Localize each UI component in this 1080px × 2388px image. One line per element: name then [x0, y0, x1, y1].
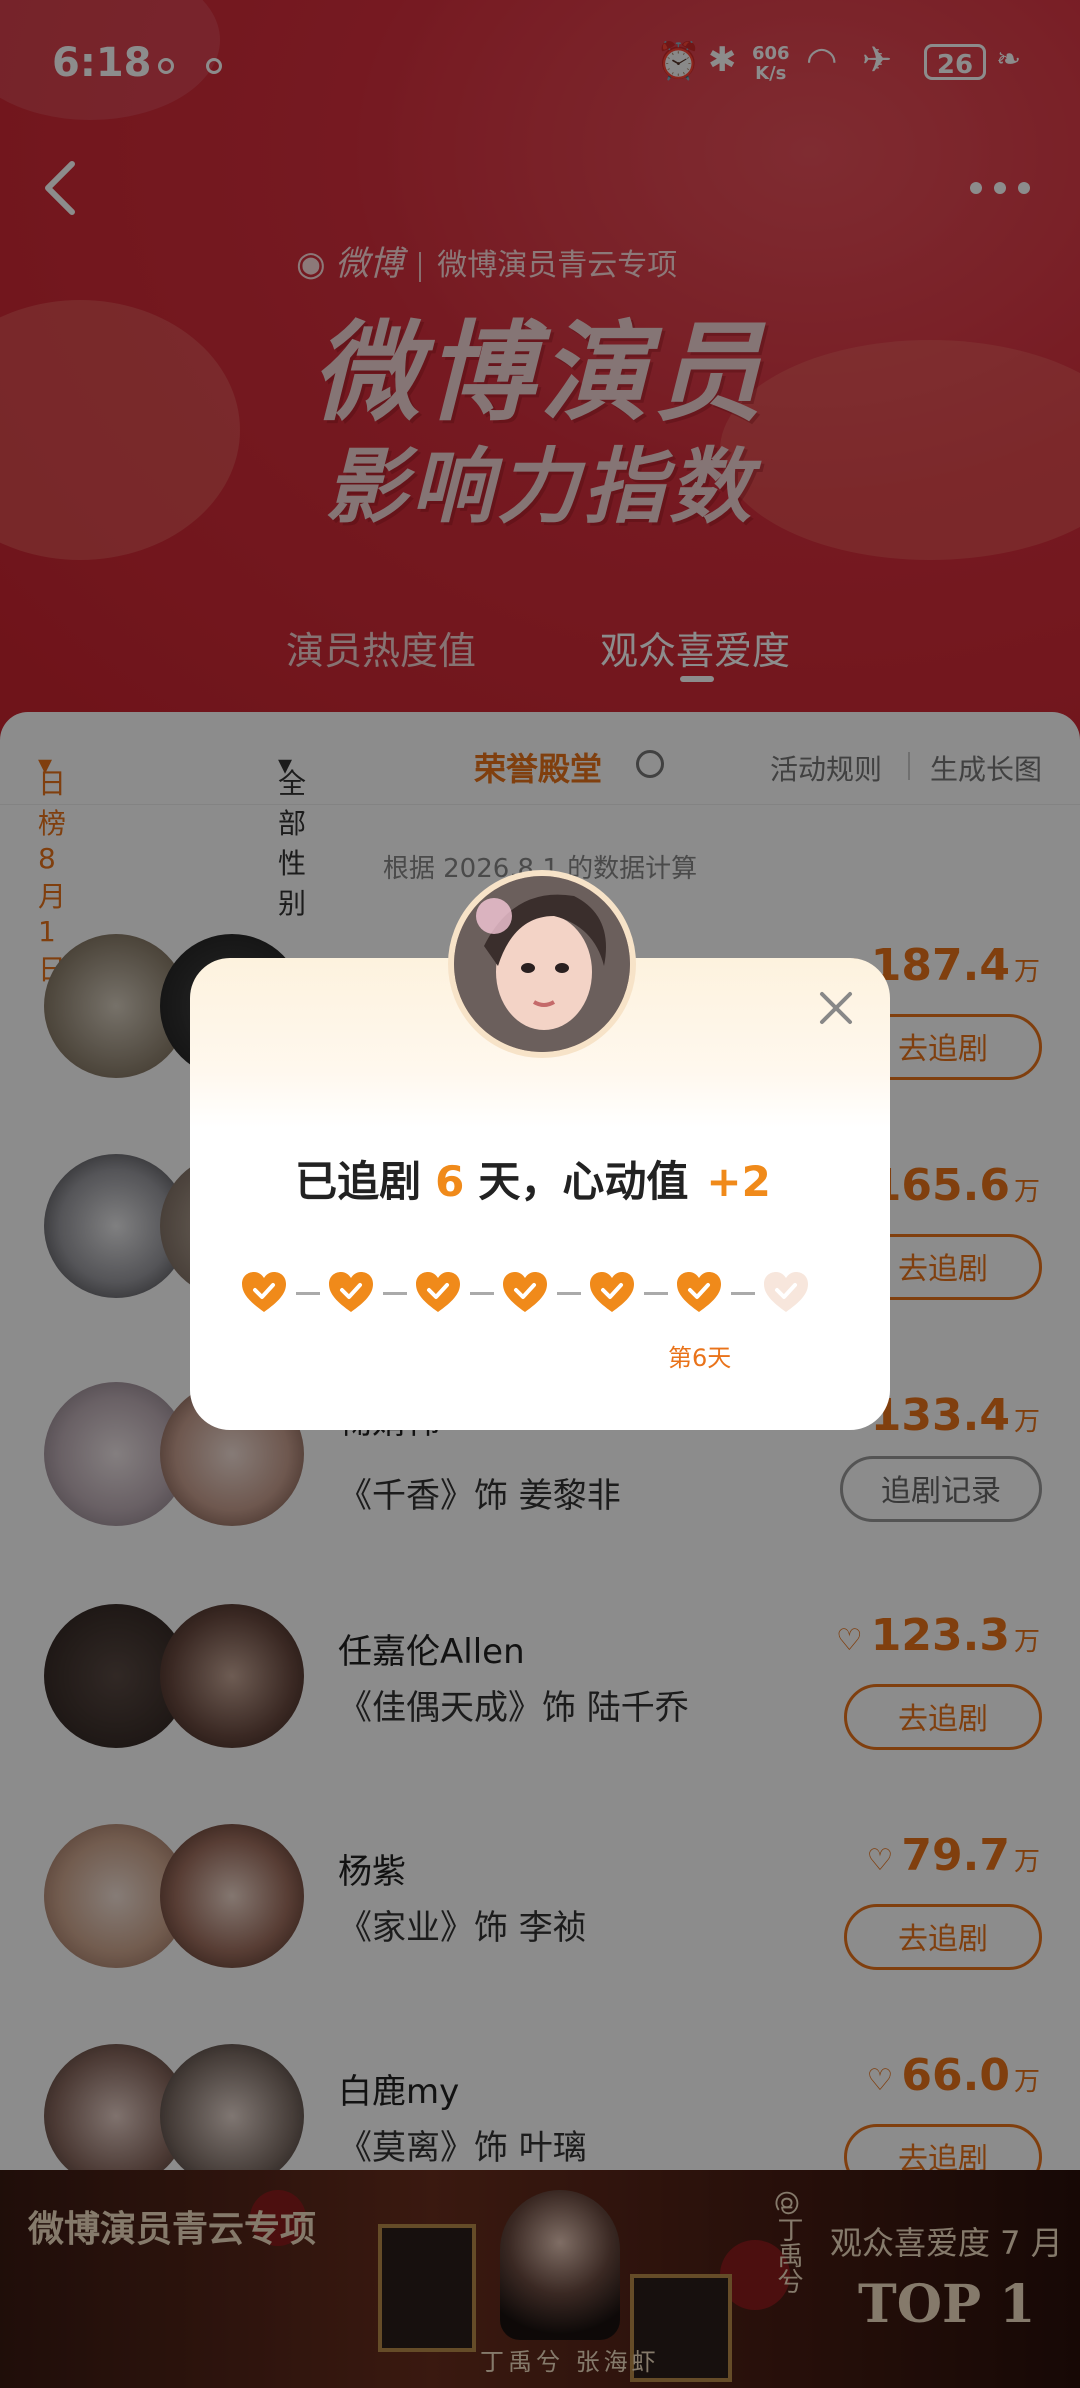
close-icon[interactable] [818, 990, 854, 1033]
heart-filled-icon [588, 1270, 636, 1314]
progress-connector [383, 1292, 407, 1295]
heart-filled-icon [675, 1270, 723, 1314]
current-day-label: 第6天 [668, 1344, 732, 1372]
progress-connector [296, 1292, 320, 1295]
progress-connector [644, 1292, 668, 1295]
heart-filled-icon [501, 1270, 549, 1314]
heart-filled-icon [240, 1270, 288, 1314]
heart-filled-icon [327, 1270, 375, 1314]
progress-connector [470, 1292, 494, 1295]
progress-connector [731, 1292, 755, 1295]
modal-avatar [448, 870, 636, 1058]
heart-empty-icon [762, 1270, 810, 1314]
checkin-progress [240, 1270, 840, 1330]
progress-connector [557, 1292, 581, 1295]
heart-filled-icon [414, 1270, 462, 1314]
checkin-message: 已追剧 6 天，心动值 +2 [295, 1157, 771, 1206]
